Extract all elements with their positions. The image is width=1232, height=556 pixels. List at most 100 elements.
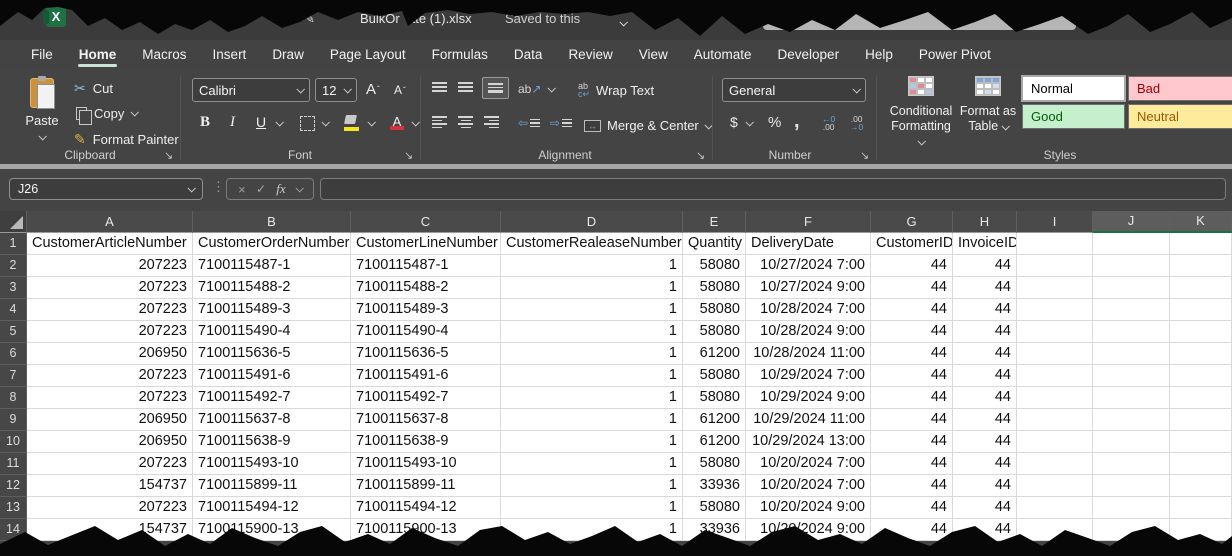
row-header-4[interactable]: 4 (0, 299, 27, 321)
cell-A1[interactable]: CustomerArticleNumber (27, 233, 193, 255)
decrease-decimal-button[interactable]: .00→0 (850, 115, 863, 131)
accounting-chevron-icon[interactable] (746, 120, 752, 126)
cell-E14[interactable]: 33936 (683, 519, 746, 541)
column-header-B[interactable]: B (193, 211, 351, 233)
title-chevron-down-icon[interactable] (620, 13, 626, 31)
cell-F1[interactable]: DeliveryDate (746, 233, 871, 255)
cell-E8[interactable]: 58080 (683, 387, 746, 409)
bottom-align-button[interactable] (482, 77, 509, 99)
cell-J8[interactable] (1093, 387, 1170, 409)
accounting-format-button[interactable]: $ (730, 114, 738, 130)
font-color-button[interactable]: A (390, 114, 404, 130)
format-painter-button[interactable]: ✎ Format Painter (74, 129, 179, 149)
formula-input[interactable] (320, 178, 1226, 200)
cell-C5[interactable]: 7100115490-4 (351, 321, 501, 343)
cell-E13[interactable]: 58080 (683, 497, 746, 519)
number-dialog-launcher[interactable]: ↘ (860, 149, 869, 162)
cell-C1[interactable]: CustomerLineNumber (351, 233, 501, 255)
column-header-E[interactable]: E (683, 211, 746, 233)
cell-G3[interactable]: 44 (871, 277, 953, 299)
cell-E4[interactable]: 58080 (683, 299, 746, 321)
ribbon-tab-macros[interactable]: Macros (129, 41, 199, 70)
column-header-G[interactable]: G (871, 211, 953, 233)
cell-C8[interactable]: 7100115492-7 (351, 387, 501, 409)
cell-H10[interactable]: 44 (953, 431, 1017, 453)
top-align-button[interactable] (432, 82, 447, 92)
column-header-I[interactable]: I (1017, 211, 1093, 233)
cell-D8[interactable]: 1 (501, 387, 683, 409)
increase-font-size-button[interactable]: Aˆ (366, 81, 380, 98)
row-header-13[interactable]: 13 (0, 497, 27, 519)
cell-B10[interactable]: 7100115638-9 (193, 431, 351, 453)
cell-C4[interactable]: 7100115489-3 (351, 299, 501, 321)
cell-G11[interactable]: 44 (871, 453, 953, 475)
cell-B4[interactable]: 7100115489-3 (193, 299, 351, 321)
borders-chevron-icon[interactable] (322, 120, 328, 126)
orientation-button[interactable]: ab↗ (518, 82, 541, 96)
cell-D6[interactable]: 1 (501, 343, 683, 365)
row-header-14[interactable]: 14 (0, 519, 27, 541)
ribbon-tab-draw[interactable]: Draw (259, 41, 317, 70)
cell-I8[interactable] (1017, 387, 1093, 409)
cell-D13[interactable]: 1 (501, 497, 683, 519)
cell-D12[interactable]: 1 (501, 475, 683, 497)
cell-G8[interactable]: 44 (871, 387, 953, 409)
cell-K10[interactable] (1170, 431, 1232, 453)
row-header-10[interactable]: 10 (0, 431, 27, 453)
comma-style-button[interactable]: , (794, 110, 800, 133)
cell-J9[interactable] (1093, 409, 1170, 431)
cell-B2[interactable]: 7100115487-1 (193, 255, 351, 277)
ribbon-tab-formulas[interactable]: Formulas (419, 41, 501, 70)
cell-K7[interactable] (1170, 365, 1232, 387)
cell-A14[interactable]: 154737 (27, 519, 193, 541)
cell-I13[interactable] (1017, 497, 1093, 519)
cell-I6[interactable] (1017, 343, 1093, 365)
cell-H14[interactable]: 44 (953, 519, 1017, 541)
cell-C7[interactable]: 7100115491-6 (351, 365, 501, 387)
cancel-icon[interactable]: × (238, 182, 246, 197)
cell-I10[interactable] (1017, 431, 1093, 453)
cell-E9[interactable]: 61200 (683, 409, 746, 431)
cell-K1[interactable] (1170, 233, 1232, 255)
middle-align-button[interactable] (458, 82, 473, 92)
cell-B12[interactable]: 7100115899-11 (193, 475, 351, 497)
cell-K6[interactable] (1170, 343, 1232, 365)
cell-E11[interactable]: 58080 (683, 453, 746, 475)
ribbon-tab-automate[interactable]: Automate (681, 41, 765, 70)
cell-D3[interactable]: 1 (501, 277, 683, 299)
cell-C12[interactable]: 7100115899-11 (351, 475, 501, 497)
cell-A8[interactable]: 207223 (27, 387, 193, 409)
cell-I2[interactable] (1017, 255, 1093, 277)
wrap-text-button[interactable]: abc↵ Wrap Text (578, 82, 654, 98)
fx-chevron-icon[interactable] (295, 184, 303, 192)
cell-A3[interactable]: 207223 (27, 277, 193, 299)
number-format-combo[interactable]: General (722, 78, 866, 102)
cell-F14[interactable]: 10/20/2024 9:00 (746, 519, 871, 541)
cell-B11[interactable]: 7100115493-10 (193, 453, 351, 475)
row-header-1[interactable]: 1 (0, 233, 27, 255)
cell-C11[interactable]: 7100115493-10 (351, 453, 501, 475)
cell-I4[interactable] (1017, 299, 1093, 321)
cell-H2[interactable]: 44 (953, 255, 1017, 277)
cell-B1[interactable]: CustomerOrderNumber (193, 233, 351, 255)
ribbon-tab-power-pivot[interactable]: Power Pivot (906, 41, 1004, 70)
cell-C9[interactable]: 7100115637-8 (351, 409, 501, 431)
cell-A2[interactable]: 207223 (27, 255, 193, 277)
cell-E3[interactable]: 58080 (683, 277, 746, 299)
cell-style-good[interactable]: Good (1022, 104, 1125, 129)
cell-D1[interactable]: CustomerRealeaseNumber (501, 233, 683, 255)
increase-indent-button[interactable]: ⇨ (550, 116, 572, 130)
column-header-F[interactable]: F (746, 211, 871, 233)
cell-C6[interactable]: 7100115636-5 (351, 343, 501, 365)
column-header-H[interactable]: H (953, 211, 1017, 233)
cell-J7[interactable] (1093, 365, 1170, 387)
cell-F8[interactable]: 10/29/2024 9:00 (746, 387, 871, 409)
cell-A9[interactable]: 206950 (27, 409, 193, 431)
ribbon-tab-page-layout[interactable]: Page Layout (317, 41, 419, 70)
cell-D10[interactable]: 1 (501, 431, 683, 453)
fill-color-button[interactable] (344, 115, 360, 131)
cell-K4[interactable] (1170, 299, 1232, 321)
cell-K9[interactable] (1170, 409, 1232, 431)
fill-color-chevron-icon[interactable] (368, 120, 374, 126)
format-as-table-button[interactable]: Format as Table (958, 76, 1018, 134)
